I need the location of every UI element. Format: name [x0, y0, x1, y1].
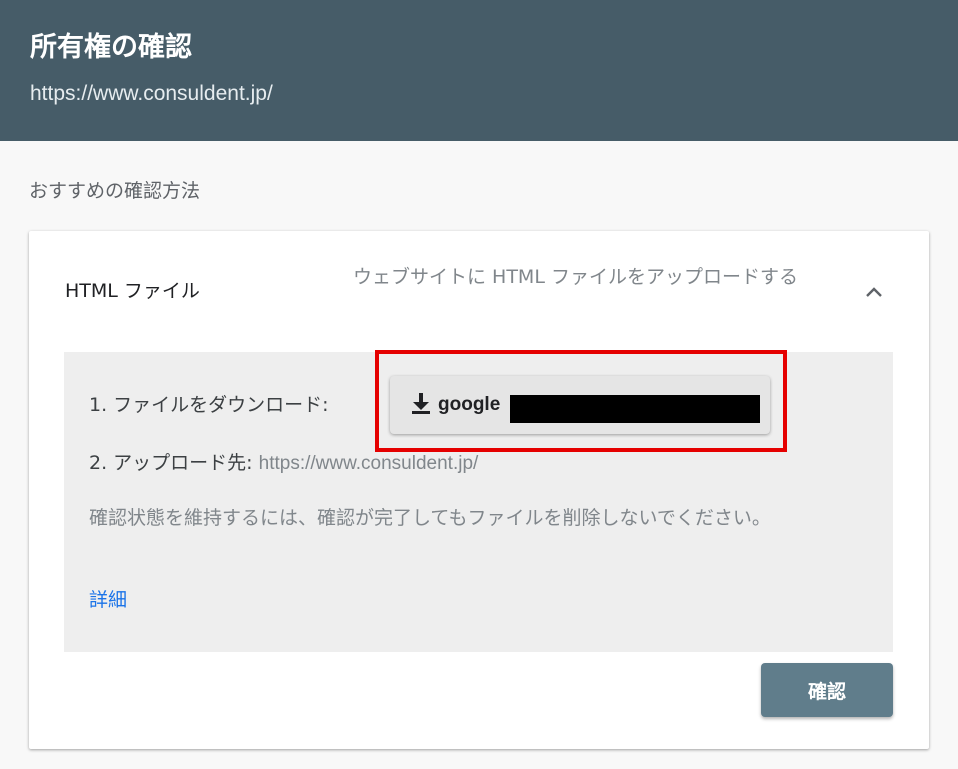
- instructions-panel: 1. ファイルをダウンロード: google 2. アップロード先: https…: [64, 352, 893, 652]
- details-link[interactable]: 詳細: [89, 586, 127, 614]
- verification-method-card: HTML ファイル ウェブサイトに HTML ファイルをアップロードする 1. …: [29, 231, 929, 749]
- method-name: HTML ファイル: [65, 280, 200, 302]
- step2-label: 2. アップロード先:: [89, 452, 253, 474]
- page-header: 所有権の確認 https://www.consuldent.jp/: [0, 0, 958, 141]
- page-title: 所有権の確認: [30, 32, 192, 63]
- collapse-button[interactable]: [857, 277, 891, 307]
- property-url: https://www.consuldent.jp/: [30, 82, 273, 105]
- download-filename: google: [438, 394, 501, 415]
- method-description: ウェブサイトに HTML ファイルをアップロードする: [353, 266, 798, 288]
- download-file-button[interactable]: google: [390, 376, 770, 434]
- redaction-bar: [510, 395, 760, 423]
- chevron-up-icon: [865, 283, 883, 302]
- download-icon: [410, 391, 432, 419]
- step2-url: https://www.consuldent.jp/: [258, 453, 479, 474]
- retention-note: 確認状態を維持するには、確認が完了してもファイルを削除しないでください。: [89, 507, 771, 529]
- section-label: おすすめの確認方法: [29, 180, 201, 202]
- step1-label: 1. ファイルをダウンロード:: [89, 394, 329, 416]
- step2: 2. アップロード先: https://www.consuldent.jp/: [89, 449, 478, 478]
- verify-button[interactable]: 確認: [761, 663, 893, 717]
